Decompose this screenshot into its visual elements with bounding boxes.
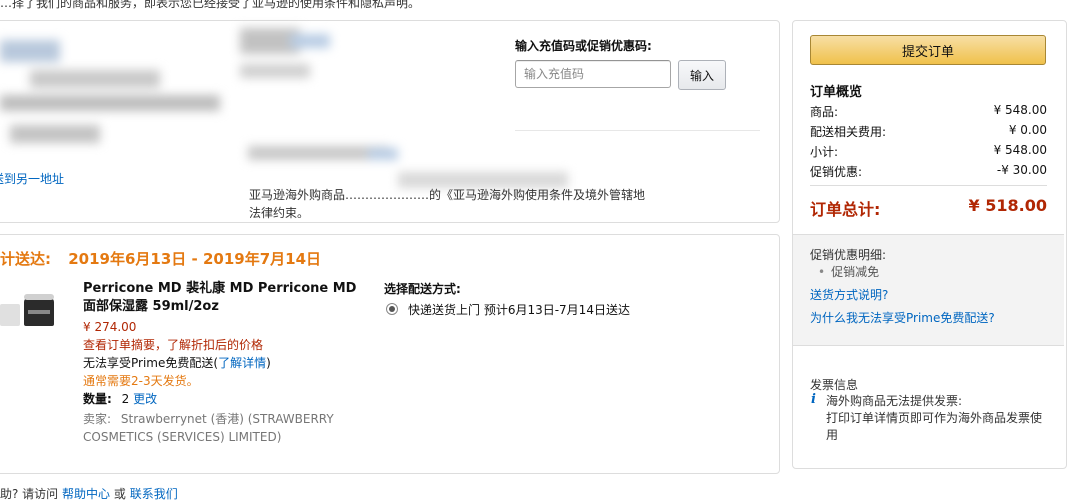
info-icon: i [811,392,816,407]
bullet-icon: • [818,265,826,279]
summary-row-subtotal: 小计: ¥ 548.00 [810,143,1047,160]
prime-text: 无法享受Prime免费配送 [83,356,214,370]
overseas-notice-line1: 亚马逊海外购商品…………………的《亚马逊海外购使用条件及境外管辖地 [249,188,646,202]
delivery-range: 2019年6月13日 - 2019年7月14日 [68,250,322,268]
shipping-option-label[interactable]: 快递送货上门 预计6月13日-7月14日送达 [408,301,630,318]
place-order-button[interactable]: 提交订单 [810,35,1046,65]
promo-item: • 促销减免 [818,263,879,280]
help-footer: 助? 请访问 帮助中心 或 联系我们 [0,485,178,502]
quantity-row: 数量: 2 更改 [83,390,363,408]
seller-info: 卖家: Strawberrynet (香港) (STRAWBERRY COSME… [83,410,363,446]
delivery-estimate: 计送达: 2019年6月13日 - 2019年7月14日 [0,248,321,269]
shipping-option-radio[interactable] [386,303,398,315]
discount-note: 查看订单摘要，了解折扣后的价格 [83,338,264,352]
summary-row-label: 小计: [810,145,839,159]
coupon-apply-button[interactable]: 输入 [678,60,726,90]
seller-label: 卖家: [83,412,112,426]
coupon-input[interactable] [515,60,671,88]
shipping-method-label: 选择配送方式: [384,282,461,296]
coupon-label: 输入充值码或促销优惠码: [515,39,652,53]
overseas-notice-line2: 法律约束。 [249,206,310,220]
invoice-line1: 海外购商品无法提供发票: [826,394,963,408]
help-or: 或 [113,487,126,501]
delivery-prefix: 计送达: [0,250,51,268]
contact-us-link[interactable]: 联系我们 [130,487,178,501]
change-address-link[interactable]: 送到另一地址 [0,170,64,187]
invoice-line2: 打印订单详情页即可作为海外商品发票使用 [826,411,1043,442]
address-blurred [0,30,240,150]
product-price: ¥ 274.00 [83,320,137,334]
summary-row-value: -¥ 30.00 [996,163,1047,177]
address-blurred-2 [240,28,340,88]
order-total-label: 订单总计: [810,200,881,219]
summary-row-label: 商品: [810,105,839,119]
summary-row-value: ¥ 0.00 [1008,123,1047,137]
summary-row-value: ¥ 548.00 [993,103,1047,117]
prime-note: 无法享受Prime免费配送(了解详情) [83,356,271,370]
summary-row-items: 商品: ¥ 548.00 [810,103,1047,120]
top-notice: …择了我们的商品和服务，即表示您已经接受了亚马逊的使用条件和隐私声明。 [0,0,421,10]
help-center-link[interactable]: 帮助中心 [62,487,110,501]
panel-divider [515,130,760,131]
product-image[interactable] [0,292,60,332]
summary-row-shipping: 配送相关费用: ¥ 0.00 [810,123,1047,140]
summary-divider [810,185,1047,186]
product-info: Perricone MD 裴礼康 MD Perricone MD 面部保湿露 5… [83,280,363,446]
why-no-prime-link[interactable]: 为什么我无法享受Prime免费配送? [810,309,995,326]
order-total-value: ¥ 518.00 [968,196,1047,215]
quantity-change-link[interactable]: 更改 [133,392,157,406]
promo-item-label: 促销减免 [831,265,880,279]
quantity-value: 2 [121,392,130,406]
shipping-explanation-link[interactable]: 送货方式说明? [810,286,888,303]
seller-name: Strawberrynet (香港) (STRAWBERRY COSMETICS… [83,412,334,444]
promo-detail-title: 促销优惠明细: [810,248,887,262]
overseas-notice: 亚马逊海外购商品…………………的《亚马逊海外购使用条件及境外管辖地 法律约束。 [249,186,769,222]
summary-row-label: 促销优惠: [810,165,863,179]
ship-note: 通常需要2-3天发货。 [83,374,199,388]
order-total-row: 订单总计: ¥ 518.00 [810,196,1047,220]
summary-row-value: ¥ 548.00 [993,143,1047,157]
invoice-note: 海外购商品无法提供发票: 打印订单详情页即可作为海外商品发票使用 [826,393,1048,444]
summary-row-promo: 促销优惠: -¥ 30.00 [810,163,1047,180]
summary-title: 订单概览 [810,85,863,100]
prime-learn-more-link[interactable]: 了解详情 [218,356,266,370]
quantity-label: 数量: [83,392,112,406]
invoice-title: 发票信息 [810,378,859,392]
help-prefix: 助? 请访问 [0,487,59,501]
summary-row-label: 配送相关费用: [810,125,887,139]
product-title[interactable]: Perricone MD 裴礼康 MD Perricone MD 面部保湿露 5… [83,280,363,316]
